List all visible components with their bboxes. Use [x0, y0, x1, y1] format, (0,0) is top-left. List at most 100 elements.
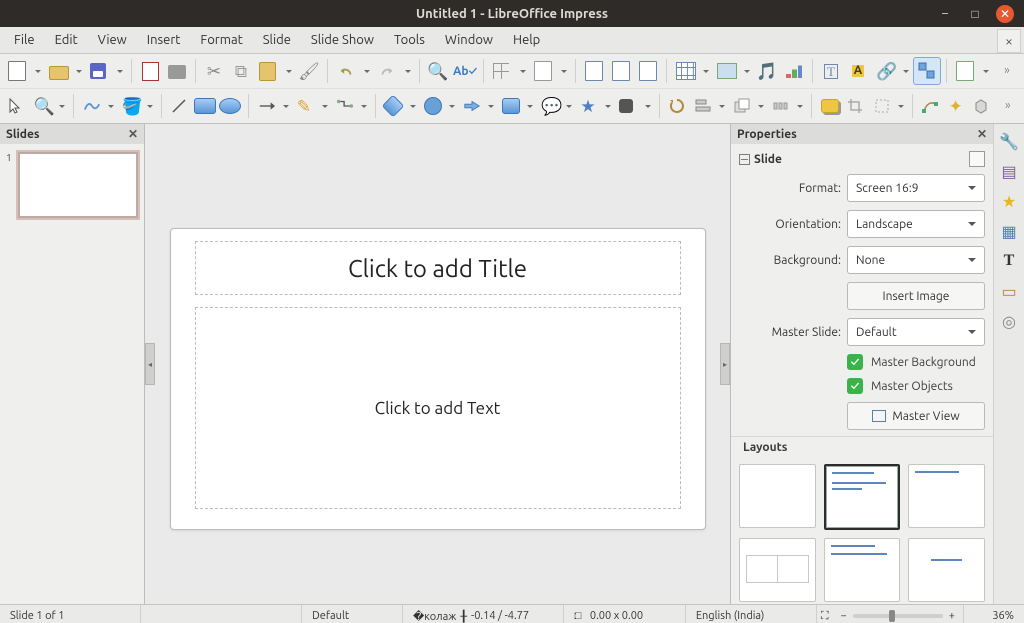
toolbar-overflow-button-2[interactable]: » — [996, 93, 1021, 119]
insert-chart-button[interactable] — [781, 58, 807, 84]
left-pane-splitter[interactable]: ◂ — [145, 124, 155, 604]
master-objects-checkbox-row[interactable]: ✓ Master Objects — [731, 374, 993, 398]
sidebar-master-slides-tab[interactable]: ▦ — [998, 220, 1020, 242]
status-master[interactable]: Default — [302, 605, 403, 623]
sidebar-navigator-tab[interactable]: ◎ — [998, 310, 1020, 332]
display-views-button[interactable] — [530, 58, 570, 84]
filter-button[interactable] — [869, 93, 907, 119]
rotate-button[interactable] — [664, 93, 689, 119]
layout-centered[interactable] — [908, 538, 985, 602]
callouts-button[interactable]: 💬 — [537, 93, 575, 119]
status-slide-indicator[interactable]: Slide 1 of 1 — [0, 605, 141, 623]
lines-arrows-button[interactable] — [254, 93, 292, 119]
menu-window[interactable]: Window — [435, 27, 503, 53]
show-draw-functions-button[interactable] — [913, 57, 941, 85]
slide-canvas[interactable]: Click to add Title Click to add Text — [170, 228, 706, 530]
menu-format[interactable]: Format — [190, 27, 252, 53]
layout-blank[interactable] — [739, 464, 816, 528]
slide-canvas-area[interactable]: ◂ Click to add Title Click to add Text ▸ — [145, 124, 730, 604]
menu-file[interactable]: File — [4, 27, 45, 53]
stars-button[interactable]: ★ — [576, 93, 614, 119]
zoom-track[interactable] — [853, 614, 943, 618]
export-pdf-button[interactable] — [137, 58, 163, 84]
insert-rectangle-button[interactable] — [192, 93, 217, 119]
distribute-button[interactable] — [768, 93, 806, 119]
insert-table-button[interactable] — [672, 58, 712, 84]
menu-edit[interactable]: Edit — [45, 27, 88, 53]
right-pane-splitter[interactable]: ▸ — [720, 124, 730, 604]
insert-textbox-button[interactable]: T — [818, 58, 844, 84]
menu-help[interactable]: Help — [503, 27, 550, 53]
zoom-tool-button[interactable]: 🔍 — [30, 93, 68, 119]
zoom-slider[interactable]: − + — [833, 610, 963, 622]
sidebar-gallery-tab[interactable]: ▭ — [998, 280, 1020, 302]
connectors-button[interactable] — [332, 93, 370, 119]
layout-two-content[interactable] — [739, 538, 816, 602]
zoom-value[interactable]: 36% — [963, 605, 1024, 623]
shadow-button[interactable] — [817, 93, 842, 119]
layouts-section-header[interactable]: Layouts — [731, 436, 993, 458]
copy-button[interactable]: ⧉ — [228, 58, 254, 84]
title-placeholder[interactable]: Click to add Title — [195, 241, 681, 295]
symbol-shapes-button[interactable] — [420, 93, 458, 119]
layout-title-only[interactable] — [908, 464, 985, 528]
undo-button[interactable] — [333, 58, 373, 84]
slides-panel-close-button[interactable]: ✕ — [128, 127, 138, 141]
insert-ellipse-button[interactable] — [218, 93, 243, 119]
status-fit-button[interactable]: ⛶ — [817, 605, 833, 623]
cut-button[interactable]: ✂ — [201, 58, 227, 84]
toggle-point-edit-button[interactable] — [918, 93, 943, 119]
layout-title-content[interactable] — [824, 464, 901, 530]
window-maximize-button[interactable]: □ — [966, 5, 984, 23]
menu-slideshow[interactable]: Slide Show — [301, 27, 384, 53]
menu-slide[interactable]: Slide — [253, 27, 301, 53]
menu-tools[interactable]: Tools — [384, 27, 435, 53]
new-slide-button[interactable] — [952, 58, 992, 84]
select-tool-button[interactable] — [4, 93, 29, 119]
insert-av-button[interactable]: 🎵 — [754, 58, 780, 84]
insert-fontwork-button[interactable]: A — [845, 58, 871, 84]
zoom-in-button[interactable]: + — [949, 610, 955, 622]
start-first-slide-button[interactable] — [608, 58, 634, 84]
sidebar-animation-tab[interactable]: ★ — [998, 190, 1020, 212]
flowchart-button[interactable] — [498, 93, 536, 119]
new-document-button[interactable] — [4, 58, 44, 84]
insert-hyperlink-button[interactable]: 🔗 — [872, 58, 912, 84]
redo-button[interactable] — [374, 58, 414, 84]
menu-insert[interactable]: Insert — [137, 27, 191, 53]
glue-points-button[interactable]: ✦ — [943, 93, 968, 119]
master-view-button[interactable]: Master View — [847, 402, 985, 430]
paste-button[interactable] — [255, 58, 295, 84]
slide-thumbnail-1[interactable]: 1 — [6, 152, 138, 218]
insert-line-button[interactable] — [167, 93, 192, 119]
fill-color-button[interactable]: 🪣 — [118, 93, 156, 119]
spellcheck-button[interactable]: Ab✓ — [452, 58, 478, 84]
3d-objects-button[interactable] — [615, 93, 653, 119]
line-color-button[interactable] — [79, 93, 117, 119]
sidebar-slide-transition-tab[interactable]: ▤ — [998, 160, 1020, 182]
format-select[interactable]: Screen 16:9 — [847, 174, 985, 202]
block-arrows-button[interactable] — [459, 93, 497, 119]
sidebar-styles-tab[interactable]: T — [998, 250, 1020, 272]
zoom-out-button[interactable]: − — [841, 610, 847, 622]
clone-formatting-button[interactable]: 🖌 — [296, 58, 322, 84]
basic-shapes-button[interactable] — [381, 93, 419, 119]
master-slide-select[interactable]: Default — [847, 318, 985, 346]
slide-section-more-button[interactable] — [969, 151, 985, 167]
orientation-select[interactable]: Landscape — [847, 210, 985, 238]
start-current-slide-button[interactable] — [635, 58, 661, 84]
crop-image-button[interactable] — [843, 93, 868, 119]
slide-section-header[interactable]: Slide — [731, 148, 993, 170]
splitter-handle[interactable]: ▸ — [720, 343, 730, 385]
curves-polygons-button[interactable]: ✎ — [293, 93, 331, 119]
toolbar-overflow-button[interactable]: » — [994, 58, 1020, 84]
splitter-handle[interactable]: ◂ — [145, 343, 155, 385]
find-replace-button[interactable]: 🔍 — [425, 58, 451, 84]
open-document-button[interactable] — [45, 58, 85, 84]
menu-view[interactable]: View — [88, 27, 137, 53]
status-language[interactable]: English (India) — [686, 605, 817, 623]
properties-panel-close-button[interactable]: ✕ — [977, 127, 987, 141]
print-button[interactable] — [164, 58, 190, 84]
arrange-button[interactable] — [729, 93, 767, 119]
window-minimize-button[interactable]: – — [936, 5, 954, 23]
